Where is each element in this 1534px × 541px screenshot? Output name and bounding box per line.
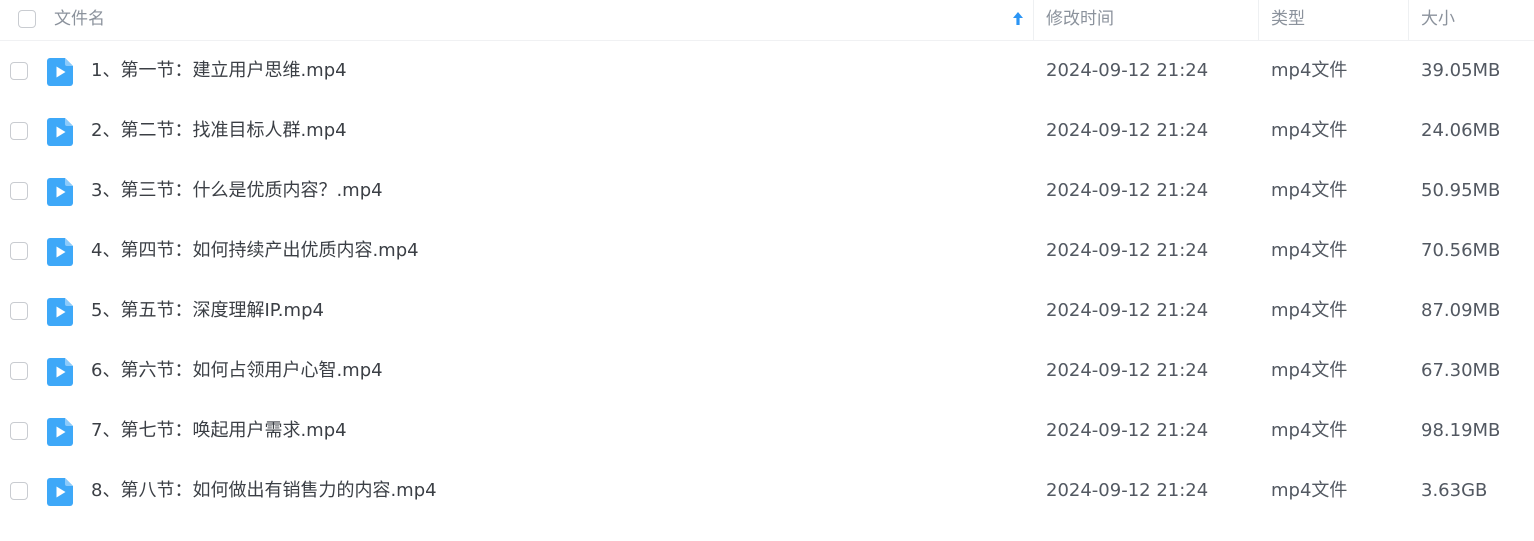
file-modified-time: 2024-09-12 21:24: [1046, 480, 1209, 501]
file-row[interactable]: 8、第八节：如何做出有销售力的内容.mp4 2024-09-12 21:24 m…: [0, 461, 1534, 521]
video-file-icon: [47, 358, 73, 386]
file-type: mp4文件: [1271, 420, 1348, 441]
row-checkbox[interactable]: [10, 482, 28, 500]
row-checkbox[interactable]: [10, 362, 28, 380]
file-row[interactable]: 7、第七节：唤起用户需求.mp4 2024-09-12 21:24 mp4文件 …: [0, 401, 1534, 461]
column-header-size[interactable]: 大小: [1421, 0, 1455, 40]
file-name-link[interactable]: 7、第七节：唤起用户需求.mp4: [91, 401, 347, 461]
file-name-link[interactable]: 4、第四节：如何持续产出优质内容.mp4: [91, 221, 419, 281]
file-type: mp4文件: [1271, 180, 1348, 201]
file-modified-time: 2024-09-12 21:24: [1046, 60, 1209, 81]
file-modified-time: 2024-09-12 21:24: [1046, 240, 1209, 261]
column-divider[interactable]: [1033, 0, 1034, 40]
file-list: 文件名 修改时间 类型 大小 1、第一节：建立用户思维.mp4 2024-09-…: [0, 0, 1534, 541]
video-file-icon: [47, 178, 73, 206]
file-modified-time: 2024-09-12 21:24: [1046, 420, 1209, 441]
file-type: mp4文件: [1271, 60, 1348, 81]
file-size: 87.09MB: [1421, 300, 1501, 321]
file-type: mp4文件: [1271, 240, 1348, 261]
file-modified-time: 2024-09-12 21:24: [1046, 360, 1209, 381]
row-checkbox[interactable]: [10, 422, 28, 440]
video-file-icon: [47, 58, 73, 86]
file-size: 50.95MB: [1421, 180, 1501, 201]
column-divider[interactable]: [1258, 0, 1259, 40]
file-row[interactable]: 5、第五节：深度理解IP.mp4 2024-09-12 21:24 mp4文件 …: [0, 281, 1534, 341]
file-row[interactable]: 4、第四节：如何持续产出优质内容.mp4 2024-09-12 21:24 mp…: [0, 221, 1534, 281]
file-type: mp4文件: [1271, 360, 1348, 381]
file-name-link[interactable]: 5、第五节：深度理解IP.mp4: [91, 281, 324, 341]
file-row[interactable]: 3、第三节：什么是优质内容？.mp4 2024-09-12 21:24 mp4文…: [0, 161, 1534, 221]
column-header-type[interactable]: 类型: [1271, 0, 1305, 40]
video-file-icon: [47, 238, 73, 266]
file-modified-time: 2024-09-12 21:24: [1046, 180, 1209, 201]
row-checkbox[interactable]: [10, 302, 28, 320]
file-name-link[interactable]: 2、第二节：找准目标人群.mp4: [91, 101, 347, 161]
file-name-link[interactable]: 1、第一节：建立用户思维.mp4: [91, 41, 347, 101]
column-header-modified[interactable]: 修改时间: [1046, 0, 1114, 40]
file-size: 70.56MB: [1421, 240, 1501, 261]
file-size: 24.06MB: [1421, 120, 1501, 141]
file-modified-time: 2024-09-12 21:24: [1046, 120, 1209, 141]
file-size: 39.05MB: [1421, 60, 1501, 81]
video-file-icon: [47, 298, 73, 326]
row-checkbox[interactable]: [10, 182, 28, 200]
file-type: mp4文件: [1271, 480, 1348, 501]
file-name-link[interactable]: 8、第八节：如何做出有销售力的内容.mp4: [91, 461, 437, 521]
arrow-up-icon[interactable]: [1011, 10, 1025, 28]
file-row[interactable]: 1、第一节：建立用户思维.mp4 2024-09-12 21:24 mp4文件 …: [0, 41, 1534, 101]
video-file-icon: [47, 418, 73, 446]
file-type: mp4文件: [1271, 120, 1348, 141]
file-size: 67.30MB: [1421, 360, 1501, 381]
file-list-header: 文件名 修改时间 类型 大小: [0, 0, 1534, 41]
row-checkbox[interactable]: [10, 62, 28, 80]
column-header-name[interactable]: 文件名: [54, 0, 105, 40]
file-type: mp4文件: [1271, 300, 1348, 321]
file-size: 3.63GB: [1421, 480, 1488, 501]
column-divider[interactable]: [1408, 0, 1409, 40]
file-row[interactable]: 6、第六节：如何占领用户心智.mp4 2024-09-12 21:24 mp4文…: [0, 341, 1534, 401]
select-all-checkbox[interactable]: [18, 10, 36, 28]
file-size: 98.19MB: [1421, 420, 1501, 441]
file-name-link[interactable]: 3、第三节：什么是优质内容？.mp4: [91, 161, 383, 221]
row-checkbox[interactable]: [10, 242, 28, 260]
video-file-icon: [47, 118, 73, 146]
file-name-link[interactable]: 6、第六节：如何占领用户心智.mp4: [91, 341, 383, 401]
video-file-icon: [47, 478, 73, 506]
row-checkbox[interactable]: [10, 122, 28, 140]
file-row[interactable]: 2、第二节：找准目标人群.mp4 2024-09-12 21:24 mp4文件 …: [0, 101, 1534, 161]
file-modified-time: 2024-09-12 21:24: [1046, 300, 1209, 321]
